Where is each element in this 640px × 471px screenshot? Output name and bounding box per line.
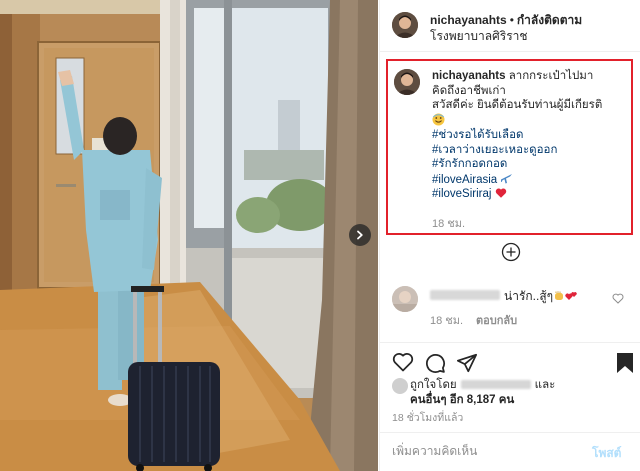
hashtag-link[interactable]: #รักรักกอดกอด [432, 157, 630, 172]
caption-timestamp: 18 ชม. [432, 218, 466, 230]
hashtag-link[interactable]: #iloveAirasia [432, 174, 497, 186]
heart-icon [612, 293, 624, 304]
comment-like-button[interactable] [612, 291, 624, 309]
add-comment-bar: โพสต์ [380, 432, 640, 471]
caption-highlight-box: nichayanahts ลากกระเป๋าไปมา คิดถึงอาชีพเ… [386, 59, 633, 235]
plus-circle-icon [501, 242, 521, 262]
caption-username-link[interactable]: nichayanahts [432, 70, 506, 82]
liked-by-username-blurred[interactable] [460, 380, 531, 389]
save-button[interactable] [616, 352, 634, 379]
caption-line: ลากกระเป๋าไปมา [508, 70, 594, 82]
post-timestamp: 18 ชั่วโมงที่แล้ว [392, 412, 464, 424]
follow-status-button[interactable]: กำลังติดตาม [517, 13, 582, 27]
smiling-emoji-icon [432, 113, 445, 125]
comment-username-blurred[interactable] [430, 290, 500, 300]
comment-text: น่ารัก..สู้ๆ [504, 289, 554, 303]
liked-by-label: ถูกใจโดย [410, 379, 457, 391]
fist-emoji-icon [555, 291, 564, 300]
comment-icon [426, 354, 445, 373]
liked-by-and: และ [534, 379, 556, 391]
post-username-link[interactable]: nichayanahts [430, 13, 507, 27]
next-photo-button[interactable] [349, 224, 371, 246]
comment-item: น่ารัก..สู้ๆ 18 ชม. ตอบกลับ [380, 280, 640, 340]
post-comment-button[interactable]: โพสต์ [592, 444, 621, 463]
two-hearts-emoji-icon [565, 292, 577, 300]
header-separator: • [509, 13, 514, 27]
reply-button[interactable]: ตอบกลับ [476, 311, 517, 329]
comment-button[interactable] [424, 352, 446, 379]
share-button[interactable] [456, 352, 478, 379]
like-button[interactable] [392, 352, 414, 377]
hashtag-link[interactable]: #เวลาว่างเยอะเหอะดูออก [432, 143, 630, 158]
hashtag-link[interactable]: #iloveSiriraj [432, 188, 491, 200]
comment-timestamp: 18 ชม. [430, 315, 464, 327]
airplane-emoji-icon [501, 173, 513, 183]
load-more-comments-button[interactable] [501, 242, 521, 262]
post-side-panel: nichayanahts • กำลังติดตาม โรงพยาบาลศิริรา… [379, 0, 640, 471]
location-link[interactable]: โรงพยาบาลศิริราช [430, 27, 528, 46]
red-heart-emoji-icon [495, 188, 506, 198]
liked-by-others-link[interactable]: คนอื่นๆ อีก 8,187 คน [410, 391, 514, 409]
avatar-icon[interactable] [392, 286, 418, 312]
post-header: nichayanahts • กำลังติดตาม โรงพยาบาลศิริรา… [380, 0, 640, 52]
caption-text: nichayanahts ลากกระเป๋าไปมา คิดถึงอาชีพเ… [432, 69, 630, 202]
share-icon [456, 353, 478, 373]
avatar-icon[interactable] [392, 12, 418, 38]
avatar-icon[interactable] [394, 69, 420, 95]
chevron-right-icon [357, 230, 363, 240]
heart-icon [392, 353, 414, 372]
add-comment-input[interactable] [392, 441, 582, 461]
post-photo [0, 0, 378, 471]
caption-line: คิดถึงอาชีพเก่า [432, 84, 506, 97]
caption-line: สวัสดีค่ะ ยินดีต้อนรับท่านผู้มีเกียรติ [432, 99, 603, 111]
hashtag-link[interactable]: #ช่วงรอได้รับเลือด [432, 128, 630, 143]
bookmark-icon [617, 353, 633, 373]
photo-image [0, 0, 378, 471]
liked-by-avatar-icon[interactable] [392, 378, 408, 394]
